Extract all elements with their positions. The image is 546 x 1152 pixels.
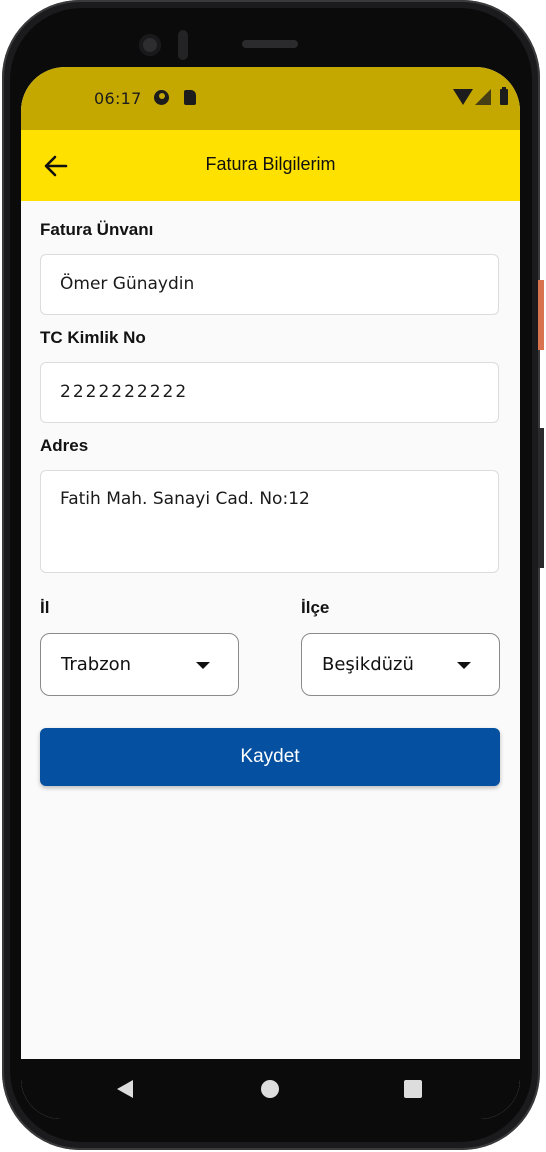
city-label: İl bbox=[40, 598, 50, 617]
tc-number-label: TC Kimlik No bbox=[40, 328, 146, 347]
page-title: Fatura Bilgilerim bbox=[205, 154, 336, 174]
app-notification-icon bbox=[154, 90, 169, 105]
earpiece-speaker bbox=[242, 40, 298, 48]
save-button[interactable]: Kaydet bbox=[40, 728, 500, 786]
district-label: İlçe bbox=[301, 598, 330, 617]
signal-icon bbox=[475, 89, 491, 105]
app-bar: Fatura Bilgilerim bbox=[21, 130, 520, 201]
back-triangle-icon[interactable] bbox=[117, 1080, 133, 1098]
system-nav-bar bbox=[21, 1059, 520, 1119]
tc-number-value: 2222222222 bbox=[60, 382, 189, 402]
district-value: Beşikdüzü bbox=[322, 654, 414, 675]
front-camera-icon bbox=[139, 34, 161, 56]
battery-icon bbox=[500, 87, 508, 105]
status-bar: 06:17 bbox=[21, 67, 520, 130]
home-circle-icon[interactable] bbox=[261, 1080, 279, 1098]
chevron-down-icon bbox=[457, 662, 471, 669]
invoice-title-value: Ömer Günaydin bbox=[60, 274, 195, 294]
sd-card-icon bbox=[184, 90, 196, 105]
screen: 06:17 Fatura Bilgilerim Fatura Ünvanı Öm… bbox=[21, 67, 520, 1119]
district-select[interactable]: Beşikdüzü bbox=[301, 633, 500, 696]
volume-button bbox=[538, 428, 544, 568]
city-select[interactable]: Trabzon bbox=[40, 633, 239, 696]
tc-number-input[interactable]: 2222222222 bbox=[40, 362, 499, 423]
invoice-title-input[interactable]: Ömer Günaydin bbox=[40, 254, 499, 315]
address-value: Fatih Mah. Sanayi Cad. No:12 bbox=[60, 489, 310, 509]
address-label: Adres bbox=[40, 436, 89, 455]
invoice-title-label: Fatura Ünvanı bbox=[40, 220, 154, 239]
chevron-down-icon bbox=[196, 662, 210, 669]
recents-square-icon[interactable] bbox=[404, 1080, 422, 1098]
wifi-icon bbox=[453, 89, 473, 105]
sensor-icon bbox=[178, 30, 188, 60]
address-textarea[interactable]: Fatih Mah. Sanayi Cad. No:12 bbox=[40, 470, 499, 573]
city-value: Trabzon bbox=[61, 654, 132, 675]
status-time: 06:17 bbox=[94, 89, 142, 108]
power-button bbox=[538, 280, 544, 350]
